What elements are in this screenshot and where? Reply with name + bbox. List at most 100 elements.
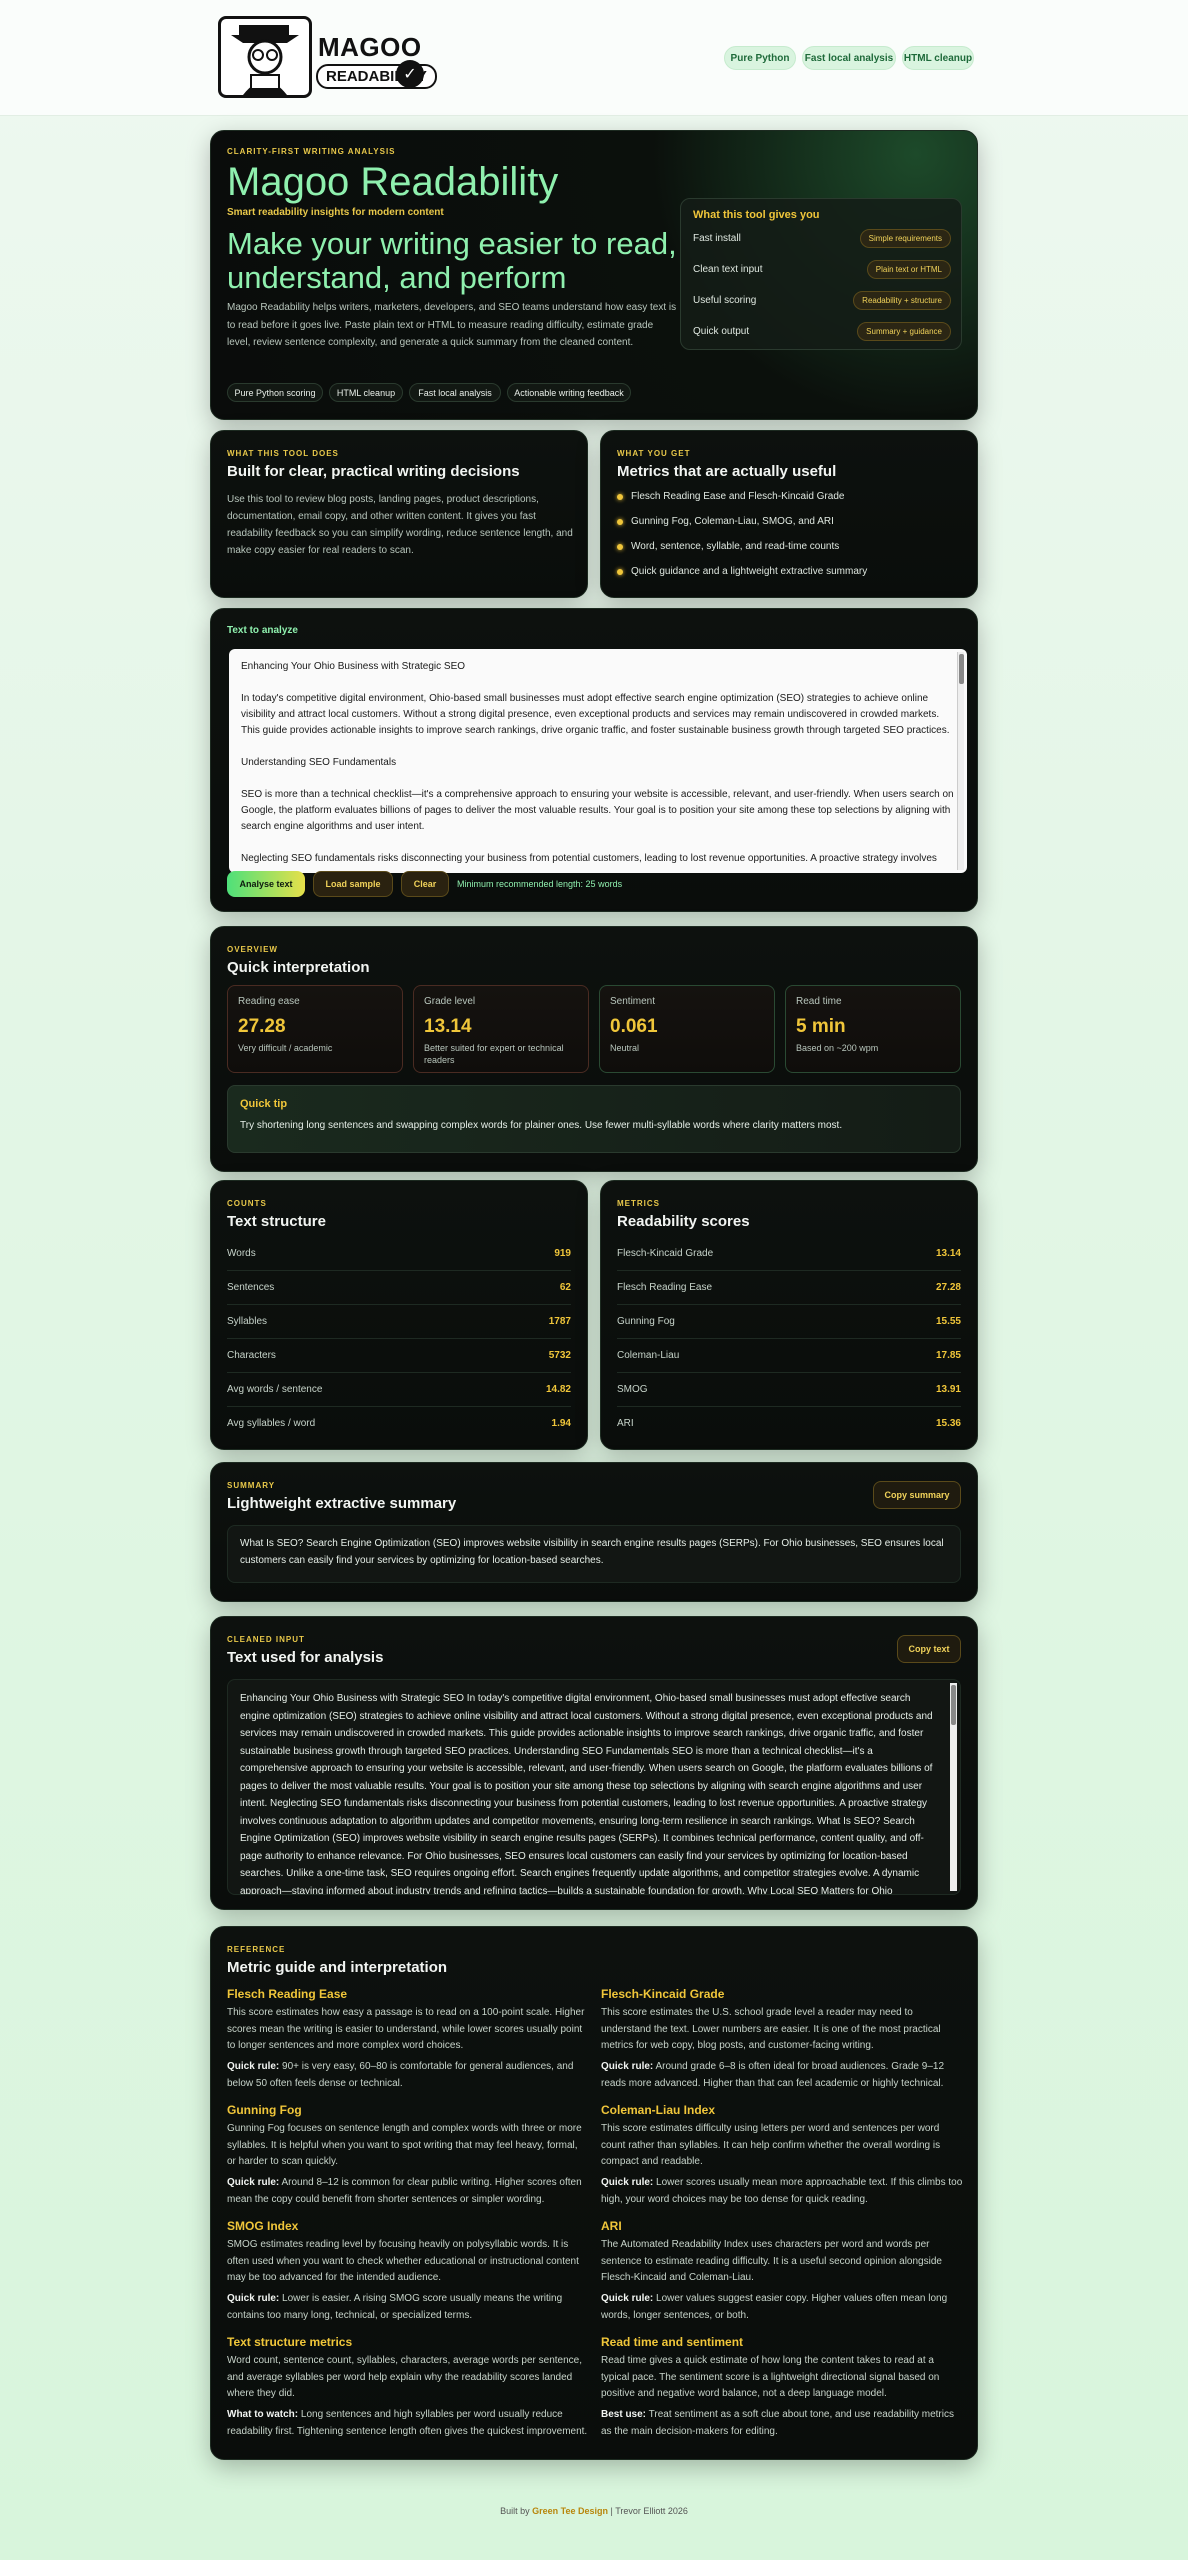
- guide-rule-text: Lower values suggest easier copy. Higher…: [601, 2293, 948, 2321]
- text-line: search engine algorithms and user intent…: [241, 821, 425, 832]
- guide-rule-label: Best use:: [601, 2409, 647, 2420]
- counts-card: COUNTS Text structure Words 919 Sentences…: [210, 1180, 588, 1450]
- stat-label: Read time: [796, 996, 842, 1007]
- text-line: Understanding SEO Fundamentals: [241, 757, 397, 768]
- stat-note: Neutral: [610, 1043, 640, 1053]
- row-value: 13.14: [935, 1248, 961, 1259]
- row-key: SMOG: [617, 1384, 648, 1395]
- guide-heading: Flesch Reading Ease: [227, 1987, 348, 2001]
- guide-rule-label: Quick rule:: [601, 2061, 654, 2072]
- nav-pill-html-cleanup[interactable]: HTML cleanup: [902, 46, 974, 70]
- metric-row-coleman-liau: Coleman-Liau 17.85: [617, 1339, 961, 1373]
- guide-rule-text: Around grade 6–8 is often ideal for broa…: [601, 2061, 945, 2089]
- footer-suffix: | Trevor Elliott 2026: [610, 2506, 688, 2516]
- row-value: 1.94: [551, 1418, 571, 1429]
- clear-button[interactable]: Clear: [401, 871, 449, 897]
- gives-title: What this tool gives you: [693, 209, 820, 221]
- nav-pill-fast-local[interactable]: Fast local analysis: [802, 46, 896, 70]
- analyse-button[interactable]: Analyse text: [227, 871, 305, 897]
- reference-title: Metric guide and interpretation: [227, 1959, 448, 1976]
- stat-note: Better suited for expert or technical re…: [424, 1043, 564, 1065]
- row-key: Characters: [227, 1350, 276, 1361]
- chip-html-cleanup: HTML cleanup: [329, 383, 403, 402]
- scrollbar-thumb[interactable]: [959, 654, 964, 684]
- row-key: Coleman-Liau: [617, 1350, 680, 1361]
- metric-row-ari: ARI 15.36: [617, 1407, 961, 1441]
- stat-value: 27.28: [238, 1016, 286, 1037]
- metrics-eyebrow: METRICS: [617, 1199, 660, 1208]
- text-line: Enhancing Your Ohio Business with Strate…: [241, 661, 466, 672]
- gives-tag: Simple requirements: [859, 229, 951, 248]
- hero-tagline: Smart readability insights for modern co…: [227, 207, 444, 218]
- gives-row: Quick output Summary + guidance: [693, 322, 951, 342]
- load-sample-button[interactable]: Load sample: [313, 871, 393, 897]
- cleaned-text-box[interactable]: Enhancing Your Ohio Business with Strate…: [227, 1679, 961, 1895]
- copy-text-button[interactable]: Copy text: [897, 1635, 961, 1663]
- footer-link[interactable]: Green Tee Design: [532, 2506, 608, 2516]
- count-row-avg-syllables: Avg syllables / word 1.94: [227, 1407, 571, 1441]
- metric-row-gunning-fog: Gunning Fog 15.55: [617, 1305, 961, 1339]
- hero-title: Magoo Readability: [227, 160, 559, 204]
- scrollbar-thumb[interactable]: [951, 1685, 956, 1725]
- row-value: 27.28: [935, 1282, 961, 1293]
- gives-label: Quick output: [693, 326, 750, 337]
- row-key: Sentences: [227, 1282, 275, 1293]
- brand-title: MAGOO: [318, 32, 422, 62]
- guide-heading: Read time and sentiment: [601, 2335, 744, 2349]
- overview-eyebrow: OVERVIEW: [227, 945, 278, 954]
- chip-fast-local: Fast local analysis: [409, 383, 501, 402]
- gives-tag: Plain text or HTML: [866, 260, 951, 279]
- cleaned-scrollbar[interactable]: [950, 1683, 957, 1891]
- overview-card: OVERVIEW Quick interpretation Reading ea…: [210, 926, 978, 1172]
- row-value: 13.91: [935, 1384, 961, 1395]
- summary-card: SUMMARY Lightweight extractive summary C…: [210, 1462, 978, 1602]
- row-value: 15.55: [935, 1316, 961, 1327]
- text-input-scrollbar[interactable]: [957, 652, 964, 870]
- guide-heading: ARI: [601, 2219, 622, 2233]
- guide-body: The Automated Readability Index uses cha…: [601, 2239, 942, 2283]
- guide-rule: Quick rule: Lower scores usually mean mo…: [601, 2175, 963, 2208]
- stat-note: Based on ~200 wpm: [796, 1043, 879, 1053]
- guide-heading: Coleman-Liau Index: [601, 2103, 716, 2117]
- guide-body: This score estimates difficulty using le…: [601, 2123, 941, 2167]
- guide-body: This score estimates how easy a passage …: [227, 2007, 585, 2051]
- summary-body: What Is SEO? Search Engine Optimization …: [227, 1525, 961, 1583]
- guide-rule: Quick rule: Lower values suggest easier …: [601, 2291, 963, 2324]
- count-row-avg-words: Avg words / sentence 14.82: [227, 1373, 571, 1407]
- text-line: [241, 739, 955, 755]
- what-does-body: Use this tool to review blog posts, land…: [227, 494, 573, 556]
- gives-row: Useful scoring Readability + structure: [693, 291, 951, 311]
- stat-reading-ease: Reading ease 27.28 Very difficult / acad…: [227, 985, 403, 1073]
- guide-rule: Quick rule: Around grade 6–8 is often id…: [601, 2059, 963, 2092]
- guide-body: SMOG estimates reading level by focusing…: [227, 2239, 579, 2283]
- text-input[interactable]: Enhancing Your Ohio Business with Strate…: [229, 649, 967, 873]
- row-value: 15.36: [935, 1418, 961, 1429]
- guide-rule-text: 90+ is very easy, 60–80 is comfortable f…: [227, 2061, 574, 2089]
- stat-value: 0.061: [610, 1016, 658, 1037]
- brand-logo[interactable]: MAGOO READABILITY ✓: [218, 16, 437, 98]
- row-value: 14.82: [545, 1384, 571, 1395]
- gives-tag: Summary + guidance: [857, 322, 951, 341]
- what-does-card: WHAT THIS TOOL DOES Built for clear, pra…: [210, 430, 588, 598]
- copy-summary-button[interactable]: Copy summary: [873, 1481, 961, 1509]
- row-value: 919: [554, 1248, 571, 1259]
- text-line: Google, the platform evaluates billions …: [241, 805, 951, 816]
- list-item: Quick guidance and a lightweight extract…: [616, 566, 868, 577]
- nav-pill-pure-python[interactable]: Pure Python: [724, 46, 796, 70]
- text-line: [241, 675, 955, 691]
- guide-heading: Flesch-Kincaid Grade: [601, 1987, 725, 2001]
- row-value: 5732: [548, 1350, 571, 1361]
- guide-body: Gunning Fog focuses on sentence length a…: [227, 2123, 582, 2167]
- hero-description: Magoo Readability helps writers, markete…: [227, 302, 677, 348]
- guide-rule: Quick rule: 90+ is very easy, 60–80 is c…: [227, 2059, 589, 2092]
- magoo-mascot-icon: [218, 16, 312, 98]
- text-line: SEO is more than a technical checklist—i…: [241, 789, 954, 800]
- metric-row-flesch-ease: Flesch Reading Ease 27.28: [617, 1271, 961, 1305]
- cleaned-body: Enhancing Your Ohio Business with Strate…: [240, 1693, 933, 1895]
- guide-heading: Text structure metrics: [227, 2335, 353, 2349]
- cleaned-eyebrow: CLEANED INPUT: [227, 1635, 305, 1644]
- hero-eyebrow: CLARITY-FIRST WRITING ANALYSIS: [227, 147, 396, 156]
- guide-rule: Best use: Treat sentiment as a soft clue…: [601, 2407, 963, 2440]
- stat-value: 5 min: [796, 1016, 846, 1037]
- top-bar: MAGOO READABILITY ✓ Pure Python Fast loc…: [0, 0, 1188, 116]
